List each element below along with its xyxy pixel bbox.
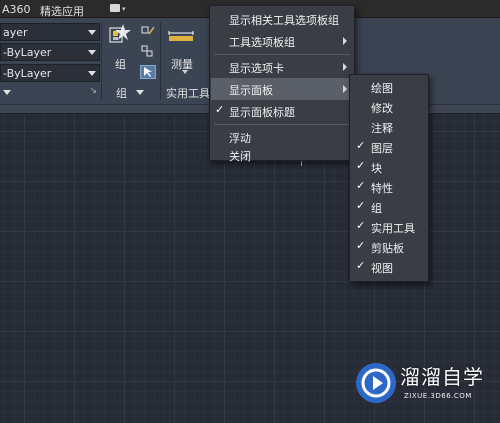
chevron-down-icon[interactable] [182,70,188,74]
submenu-item-clipboard[interactable]: ✓ 剪贴板 [351,237,427,257]
menu-item-label: 显示面板标题 [229,106,295,119]
submenu-item-label: 视图 [371,262,393,275]
chevron-down-icon [136,90,144,95]
menu-item-show-related-palette-groups[interactable]: 显示相关工具选项板组 [211,8,353,30]
checkmark-icon: ✓ [356,239,366,252]
panel-divider [160,22,161,100]
watermark-logo-icon [354,361,398,405]
menu-item-close[interactable]: 关闭 [211,146,353,163]
watermark: 溜溜自学 ZIXUE.3D66.COM [350,357,483,413]
menu-item-label: 关闭 [229,150,251,163]
checkmark-icon: ✓ [356,179,366,192]
chevron-right-icon [343,85,347,93]
measure-tool-button[interactable] [168,30,194,44]
linetype-dropdown[interactable]: -ByLayer [0,43,100,61]
chevron-down-icon [88,71,96,76]
submenu-item-draw[interactable]: 绘图 [351,77,427,97]
submenu-item-label: 修改 [371,102,393,115]
submenu-item-label: 块 [371,162,382,175]
window-icon [110,4,120,12]
checkmark-icon: ✓ [356,259,366,272]
submenu-item-label: 剪贴板 [371,242,404,255]
group-tool-label: 组 [115,58,126,71]
menu-item-label: 显示选项卡 [229,62,284,75]
linetype-dropdown-value: -ByLayer [3,46,52,59]
menu-item-label: 浮动 [229,132,251,145]
checkmark-icon: ✓ [356,159,366,172]
submenu-item-layers[interactable]: ✓ 图层 [351,137,427,157]
utilities-panel-title[interactable]: 实用工具 [166,85,210,101]
submenu-item-modify[interactable]: 修改 [351,97,427,117]
group-tool-button[interactable] [108,22,132,50]
group-edit-tool-button[interactable] [140,44,156,58]
menu-item-label: 工具选项板组 [229,36,295,49]
cursor-select-icon [144,67,152,77]
submenu-item-label: 实用工具 [371,222,415,235]
chevron-down-icon [88,50,96,55]
submenu-item-utilities[interactable]: ✓ 实用工具 [351,217,427,237]
group-panel-title[interactable]: 组 [116,85,144,101]
ribbon-tab-options-button[interactable]: ▾ [110,4,128,14]
menu-item-float[interactable]: 浮动 [211,126,353,148]
menu-item-label: 显示相关工具选项板组 [229,14,339,27]
checkmark-icon: ✓ [356,139,366,152]
submenu-item-annotation[interactable]: 注释 [351,117,427,137]
watermark-title: 溜溜自学 [400,365,484,389]
menu-item-tool-palette-groups[interactable]: 工具选项板组 [211,30,353,52]
group-edit-icon [141,45,153,57]
chevron-down-icon: ▾ [122,5,126,13]
submenu-item-label: 特性 [371,182,393,195]
panel-divider [101,22,102,100]
chevron-right-icon [343,37,347,45]
ungroup-tool-button[interactable] [140,24,156,38]
show-panels-submenu: 绘图 修改 注释 ✓ 图层 ✓ 块 ✓ 特性 ✓ 组 ✓ 实用工具 ✓ 剪贴板 … [349,74,429,282]
submenu-item-group[interactable]: ✓ 组 [351,197,427,217]
ungroup-icon [141,26,155,35]
chevron-right-icon [343,63,347,71]
ruler-icon [168,31,194,41]
watermark-url: ZIXUE.3D66.COM [404,392,472,400]
lineweight-dropdown[interactable]: -ByLayer [0,64,100,82]
layer-dropdown[interactable]: ayer [0,23,100,41]
menu-item-show-tabs[interactable]: 显示选项卡 [211,56,353,78]
submenu-item-block[interactable]: ✓ 块 [351,157,427,177]
submenu-item-view[interactable]: ✓ 视图 [351,257,427,277]
tab-a360[interactable]: A360 [2,3,31,16]
chevron-down-icon [3,90,11,95]
ribbon-context-menu: 显示相关工具选项板组 工具选项板组 显示选项卡 显示面板 ✓ 显示面板标题 浮动… [209,5,355,163]
submenu-item-properties[interactable]: ✓ 特性 [351,177,427,197]
panel-launcher-icon[interactable]: ↘ [89,86,97,96]
menu-item-show-panel-titles[interactable]: ✓ 显示面板标题 [211,100,353,122]
submenu-item-label: 图层 [371,142,393,155]
menu-separator [214,54,350,55]
menu-item-label: 显示面板 [229,84,273,97]
chevron-down-icon [88,30,96,35]
checkmark-icon: ✓ [356,219,366,232]
lineweight-dropdown-value: -ByLayer [3,67,52,80]
group-icon [109,24,131,43]
menu-separator [214,124,350,125]
tab-featured-apps[interactable]: 精选应用 [40,3,84,19]
submenu-item-label: 组 [371,202,382,215]
group-selection-toggle[interactable] [140,65,156,79]
group-panel-title-label: 组 [116,87,127,100]
submenu-item-label: 注释 [371,122,393,135]
checkmark-icon: ✓ [215,103,225,116]
checkmark-icon: ✓ [356,199,366,212]
utilities-panel-title-label: 实用工具 [166,87,210,100]
menu-item-show-panels[interactable]: 显示面板 [211,78,353,100]
layer-dropdown-value: ayer [3,26,28,39]
submenu-item-label: 绘图 [371,82,393,95]
properties-panel-title[interactable]: ↘ [0,85,100,101]
